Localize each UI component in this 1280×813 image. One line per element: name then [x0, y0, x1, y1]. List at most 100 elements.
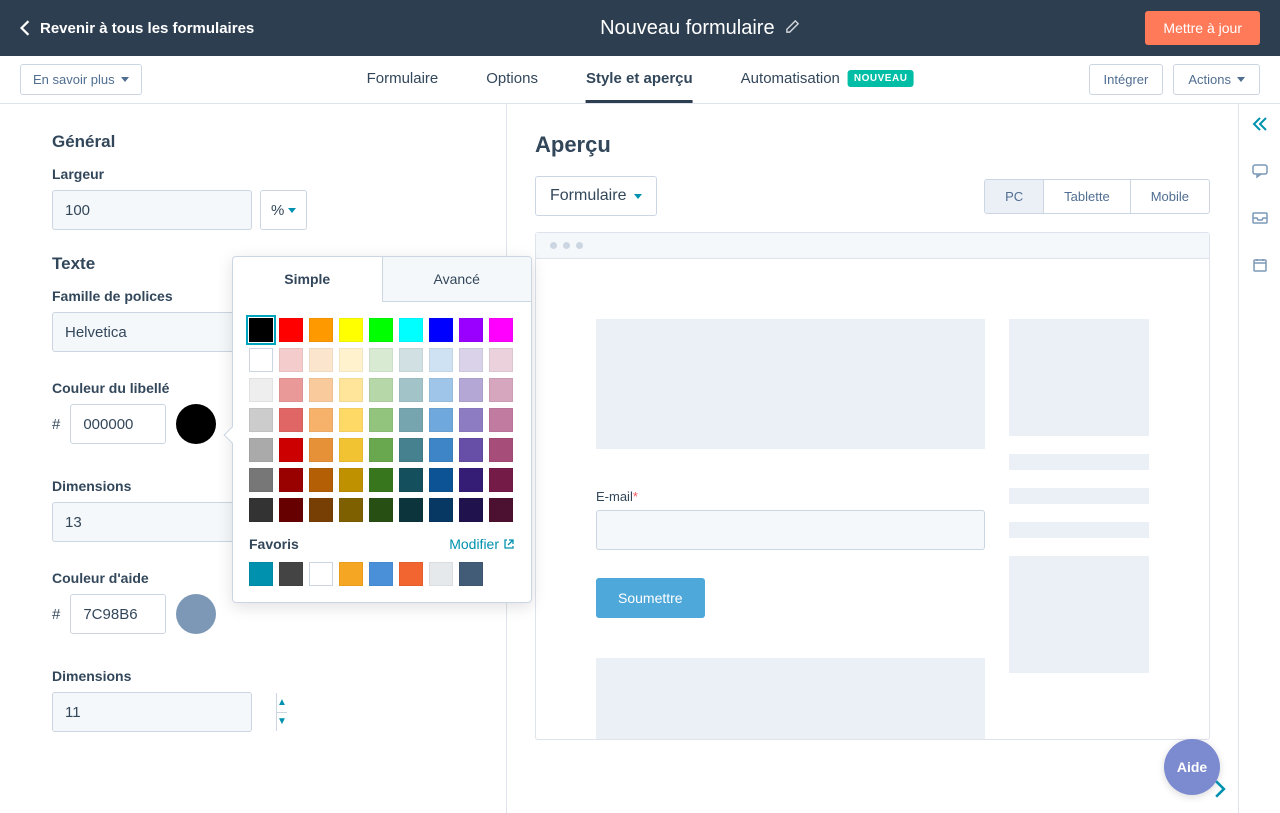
color-swatch[interactable]	[489, 468, 513, 492]
color-swatch[interactable]	[279, 408, 303, 432]
label-color-input[interactable]	[70, 404, 166, 444]
favorite-swatch[interactable]	[249, 562, 273, 586]
color-swatch[interactable]	[339, 468, 363, 492]
dimensions2-input[interactable]	[53, 693, 276, 731]
color-swatch[interactable]	[309, 378, 333, 402]
color-swatch[interactable]	[369, 468, 393, 492]
tab-style[interactable]: Style et aperçu	[586, 56, 693, 103]
tab-form[interactable]: Formulaire	[367, 56, 439, 103]
color-swatch[interactable]	[279, 348, 303, 372]
color-swatch[interactable]	[399, 498, 423, 522]
color-swatch[interactable]	[429, 318, 453, 342]
color-swatch[interactable]	[339, 498, 363, 522]
popover-tab-simple[interactable]: Simple	[233, 257, 383, 302]
color-swatch[interactable]	[399, 318, 423, 342]
color-swatch[interactable]	[459, 468, 483, 492]
color-swatch[interactable]	[279, 498, 303, 522]
collapse-panel-icon[interactable]	[1252, 116, 1268, 135]
color-swatch[interactable]	[309, 348, 333, 372]
color-swatch[interactable]	[249, 468, 273, 492]
color-swatch[interactable]	[369, 438, 393, 462]
color-swatch[interactable]	[249, 498, 273, 522]
color-swatch[interactable]	[279, 378, 303, 402]
edit-title-icon[interactable]	[785, 17, 800, 40]
color-swatch[interactable]	[309, 468, 333, 492]
color-swatch[interactable]	[309, 318, 333, 342]
device-mobile[interactable]: Mobile	[1131, 180, 1209, 213]
back-link[interactable]: Revenir à tous les formulaires	[20, 20, 254, 37]
color-swatch[interactable]	[489, 438, 513, 462]
favorite-swatch[interactable]	[309, 562, 333, 586]
color-swatch[interactable]	[249, 438, 273, 462]
color-swatch[interactable]	[309, 408, 333, 432]
color-swatch[interactable]	[369, 348, 393, 372]
color-swatch[interactable]	[399, 348, 423, 372]
favorite-swatch[interactable]	[429, 562, 453, 586]
favorite-swatch[interactable]	[279, 562, 303, 586]
color-swatch[interactable]	[399, 438, 423, 462]
color-swatch[interactable]	[459, 438, 483, 462]
width-input[interactable]	[53, 191, 276, 229]
color-swatch[interactable]	[279, 468, 303, 492]
submit-button[interactable]: Soumettre	[596, 578, 705, 618]
dim2-step-down[interactable]: ▼	[277, 713, 287, 732]
help-button[interactable]: Aide	[1164, 739, 1220, 795]
tab-automation[interactable]: Automatisation NOUVEAU	[741, 56, 914, 103]
color-swatch[interactable]	[399, 468, 423, 492]
color-swatch[interactable]	[399, 378, 423, 402]
favorite-swatch[interactable]	[369, 562, 393, 586]
color-swatch[interactable]	[339, 378, 363, 402]
color-swatch[interactable]	[489, 408, 513, 432]
color-swatch[interactable]	[459, 318, 483, 342]
device-pc[interactable]: PC	[985, 180, 1044, 213]
color-swatch[interactable]	[489, 498, 513, 522]
tab-options[interactable]: Options	[486, 56, 538, 103]
color-swatch[interactable]	[249, 378, 273, 402]
color-swatch[interactable]	[429, 408, 453, 432]
email-input[interactable]	[596, 510, 985, 550]
calendar-icon[interactable]	[1252, 257, 1268, 276]
color-swatch[interactable]	[459, 498, 483, 522]
favorite-swatch[interactable]	[399, 562, 423, 586]
dim2-step-up[interactable]: ▲	[277, 693, 287, 713]
color-swatch[interactable]	[339, 318, 363, 342]
color-swatch[interactable]	[429, 378, 453, 402]
color-swatch[interactable]	[399, 408, 423, 432]
color-swatch[interactable]	[309, 438, 333, 462]
color-swatch[interactable]	[429, 498, 453, 522]
color-swatch[interactable]	[429, 348, 453, 372]
color-swatch[interactable]	[459, 378, 483, 402]
color-swatch[interactable]	[369, 408, 393, 432]
color-swatch[interactable]	[369, 498, 393, 522]
favorite-swatch[interactable]	[459, 562, 483, 586]
preview-form-select[interactable]: Formulaire	[535, 176, 657, 216]
help-color-swatch[interactable]	[176, 594, 216, 634]
color-swatch[interactable]	[489, 348, 513, 372]
help-color-input[interactable]	[70, 594, 166, 634]
color-swatch[interactable]	[489, 318, 513, 342]
color-swatch[interactable]	[369, 378, 393, 402]
color-swatch[interactable]	[369, 318, 393, 342]
font-family-input[interactable]	[52, 312, 252, 352]
integrate-button[interactable]: Intégrer	[1089, 64, 1164, 95]
color-swatch[interactable]	[429, 438, 453, 462]
chevron-right-icon[interactable]	[1214, 780, 1226, 801]
color-swatch[interactable]	[249, 318, 273, 342]
color-swatch[interactable]	[309, 498, 333, 522]
inbox-icon[interactable]	[1252, 210, 1268, 229]
update-button[interactable]: Mettre à jour	[1145, 11, 1260, 45]
color-swatch[interactable]	[339, 438, 363, 462]
color-swatch[interactable]	[339, 348, 363, 372]
color-swatch[interactable]	[459, 408, 483, 432]
color-swatch[interactable]	[279, 438, 303, 462]
color-swatch[interactable]	[249, 348, 273, 372]
color-swatch[interactable]	[249, 408, 273, 432]
label-color-swatch[interactable]	[176, 404, 216, 444]
device-tablet[interactable]: Tablette	[1044, 180, 1131, 213]
color-swatch[interactable]	[339, 408, 363, 432]
favorite-swatch[interactable]	[339, 562, 363, 586]
actions-button[interactable]: Actions	[1173, 64, 1260, 95]
learn-more-button[interactable]: En savoir plus	[20, 64, 142, 95]
chat-icon[interactable]	[1252, 163, 1268, 182]
color-swatch[interactable]	[459, 348, 483, 372]
